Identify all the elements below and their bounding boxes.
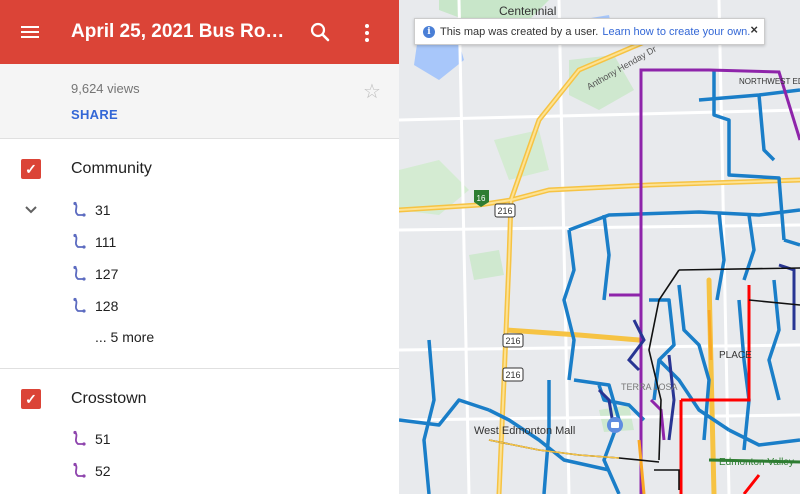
route-line-icon [73,430,86,446]
route-item[interactable]: 127 [71,264,118,284]
top-bar: April 25, 2021 Bus Routes [0,0,399,64]
more-options-icon[interactable] [355,20,379,44]
map-canvas[interactable]: 216 216 216 16 Centennial NORTHWEST E An… [399,0,800,494]
route-number: 31 [95,202,111,218]
svg-text:16: 16 [477,194,486,203]
svg-text:216: 216 [505,336,520,346]
route-item[interactable]: 31 [71,200,111,220]
search-icon[interactable] [308,20,332,44]
route-line-icon [73,297,86,313]
view-count: 9,624 views [71,81,140,96]
menu-icon[interactable] [18,20,42,44]
svg-text:216: 216 [505,370,520,380]
close-icon[interactable]: × [750,22,758,37]
info-icon: i [423,25,435,38]
notice-text: This map was created by a user. [440,25,599,38]
map-label: NORTHWEST EDMONTON [739,77,800,86]
route-line-icon [73,201,86,217]
map-graphics: 216 216 216 16 Centennial NORTHWEST E An… [399,0,800,494]
map-title: April 25, 2021 Bus Routes [71,21,293,42]
layer-checkbox-community[interactable]: ✓ [21,159,41,179]
divider [0,368,399,369]
route-number: 127 [95,266,119,282]
learn-link[interactable]: Learn how to create your own. [602,26,750,38]
route-number: 111 [95,234,117,250]
route-item[interactable]: 51 [71,429,111,449]
map-label: PLACE [719,350,752,361]
map-label: TERRA LOSA [621,382,678,392]
route-line-icon [73,462,86,478]
route-line-icon [73,233,86,249]
svg-text:216: 216 [497,206,512,216]
layer-title: Community [71,160,152,177]
route-item[interactable]: 128 [71,296,118,316]
route-number: 52 [95,463,111,479]
route-number: 128 [95,298,119,314]
map-notice: i This map was created by a user. Learn … [414,18,765,45]
route-number: 51 [95,431,111,447]
map-label: Edmonton Valley [719,457,794,468]
route-item[interactable]: 111 [71,232,116,252]
route-item[interactable]: 52 [71,461,111,481]
more-routes-link[interactable]: ... 5 more [95,329,154,345]
layer-checkbox-crosstown[interactable]: ✓ [21,389,41,409]
star-icon[interactable]: ☆ [363,79,381,104]
sidebar: April 25, 2021 Bus Routes 9,624 views SH… [0,0,399,494]
map-label: Centennial [499,4,556,18]
share-button[interactable]: SHARE [71,107,118,122]
layer-title: Crosstown [71,390,147,407]
map-label: West Edmonton Mall [474,425,575,437]
route-line-icon [73,265,86,281]
map-info: 9,624 views SHARE ☆ [0,64,399,139]
chevron-down-icon[interactable] [21,200,41,220]
